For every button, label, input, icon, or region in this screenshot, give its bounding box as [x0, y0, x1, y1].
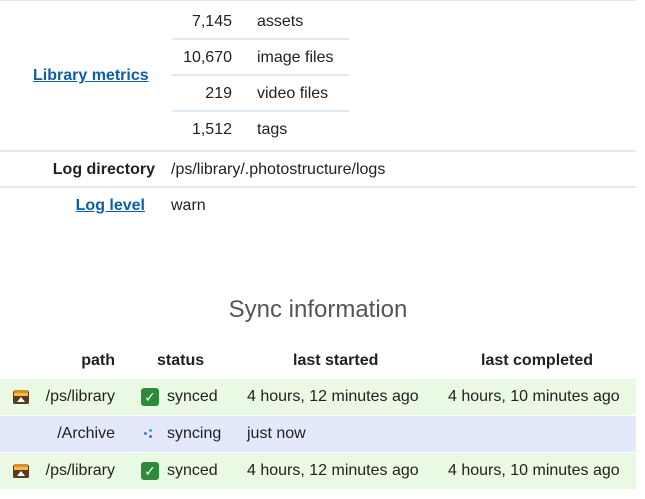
log-level-value: warn: [171, 197, 206, 214]
check-icon: ✓: [141, 462, 159, 480]
sync-path: /Archive: [57, 425, 115, 442]
table-row: /ps/library ✓ synced 4 hours, 12 minutes…: [0, 453, 636, 489]
metric-divider: [172, 38, 349, 40]
sync-last-started: 4 hours, 12 minutes ago: [247, 462, 419, 479]
table-row: /Archive syncing just now: [0, 416, 636, 452]
sync-information-title: Sync information: [228, 296, 408, 323]
column-header-last-started: last started: [293, 352, 379, 369]
sync-status: syncing: [141, 416, 221, 452]
column-header-path: path: [81, 352, 115, 369]
sync-last-completed: 4 hours, 10 minutes ago: [448, 462, 620, 479]
sync-path: /ps/library: [45, 462, 115, 479]
folder-icon: [13, 464, 29, 478]
log-level-link[interactable]: Log level: [76, 197, 145, 215]
log-directory-label: Log directory: [52, 161, 155, 178]
library-metrics-link[interactable]: Library metrics: [33, 67, 149, 85]
column-header-last-completed: last completed: [481, 352, 594, 369]
spinner-icon: [141, 425, 159, 443]
sync-status-label: synced: [167, 462, 218, 479]
log-directory-value: /ps/library/.photostructure/logs: [171, 161, 386, 178]
metric-divider: [172, 110, 349, 112]
metric-value: 10,670: [183, 49, 232, 66]
metric-value: 1,512: [191, 121, 232, 138]
row-divider: [0, 186, 636, 188]
top-divider: [0, 0, 636, 1]
check-icon: ✓: [141, 388, 159, 406]
sync-status-label: synced: [167, 388, 218, 405]
column-header-status: status: [157, 352, 205, 369]
sync-status: ✓ synced: [141, 453, 218, 489]
metric-divider: [172, 74, 349, 76]
folder-icon: [13, 390, 29, 404]
metric-label: tags: [257, 121, 288, 138]
sync-last-started: 4 hours, 12 minutes ago: [247, 388, 419, 405]
sync-last-started: just now: [247, 425, 306, 442]
row-divider: [0, 150, 636, 152]
metric-label: assets: [257, 13, 304, 30]
sync-status-label: syncing: [167, 425, 222, 442]
metric-label: image files: [257, 49, 334, 66]
metric-label: video files: [257, 85, 329, 102]
sync-path: /ps/library: [45, 388, 115, 405]
metric-value: 219: [205, 85, 232, 102]
table-row: /ps/library ✓ synced 4 hours, 12 minutes…: [0, 379, 636, 415]
sync-status: ✓ synced: [141, 379, 218, 415]
sync-last-completed: 4 hours, 10 minutes ago: [448, 388, 620, 405]
metric-value: 7,145: [191, 13, 232, 30]
